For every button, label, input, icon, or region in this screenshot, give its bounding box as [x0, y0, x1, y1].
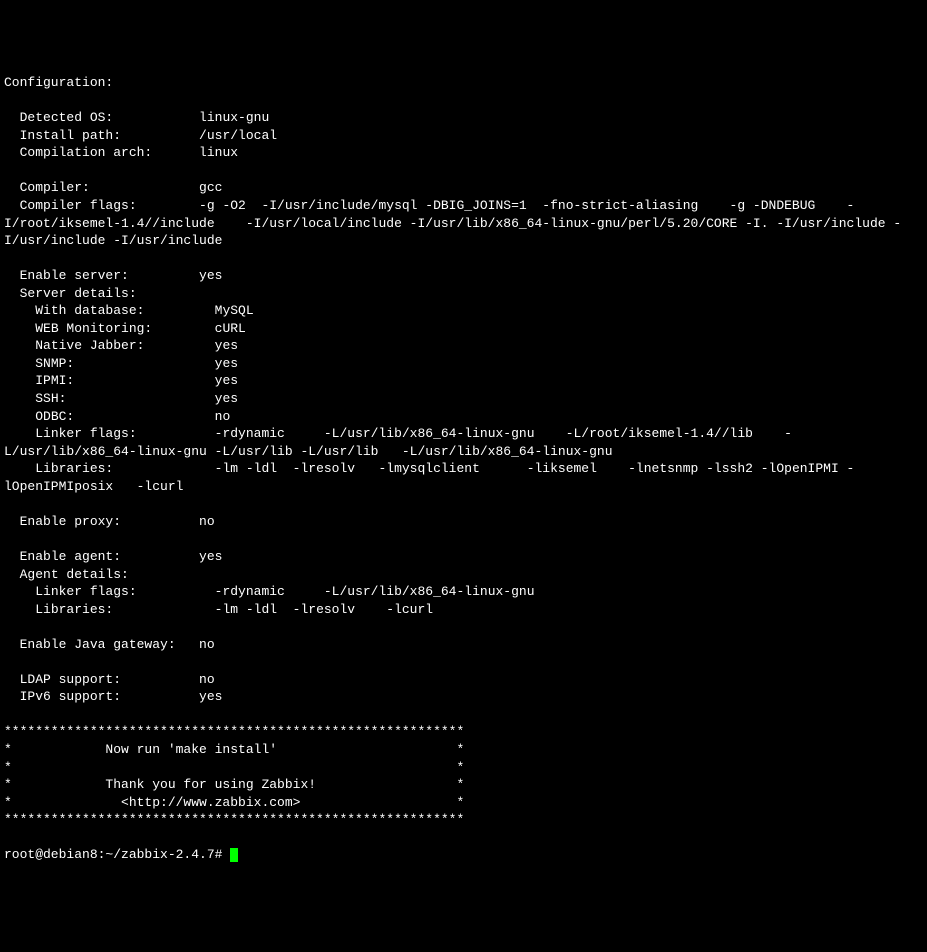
- terminal-output[interactable]: Configuration: Detected OS: linux-gnu In…: [4, 74, 923, 864]
- shell-prompt: root@debian8:~/zabbix-2.4.7#: [4, 846, 230, 864]
- terminal-content: Detected OS: linux-gnu Install path: /us…: [4, 110, 901, 827]
- config-header: Configuration:: [4, 75, 113, 90]
- cursor-icon: [230, 848, 238, 862]
